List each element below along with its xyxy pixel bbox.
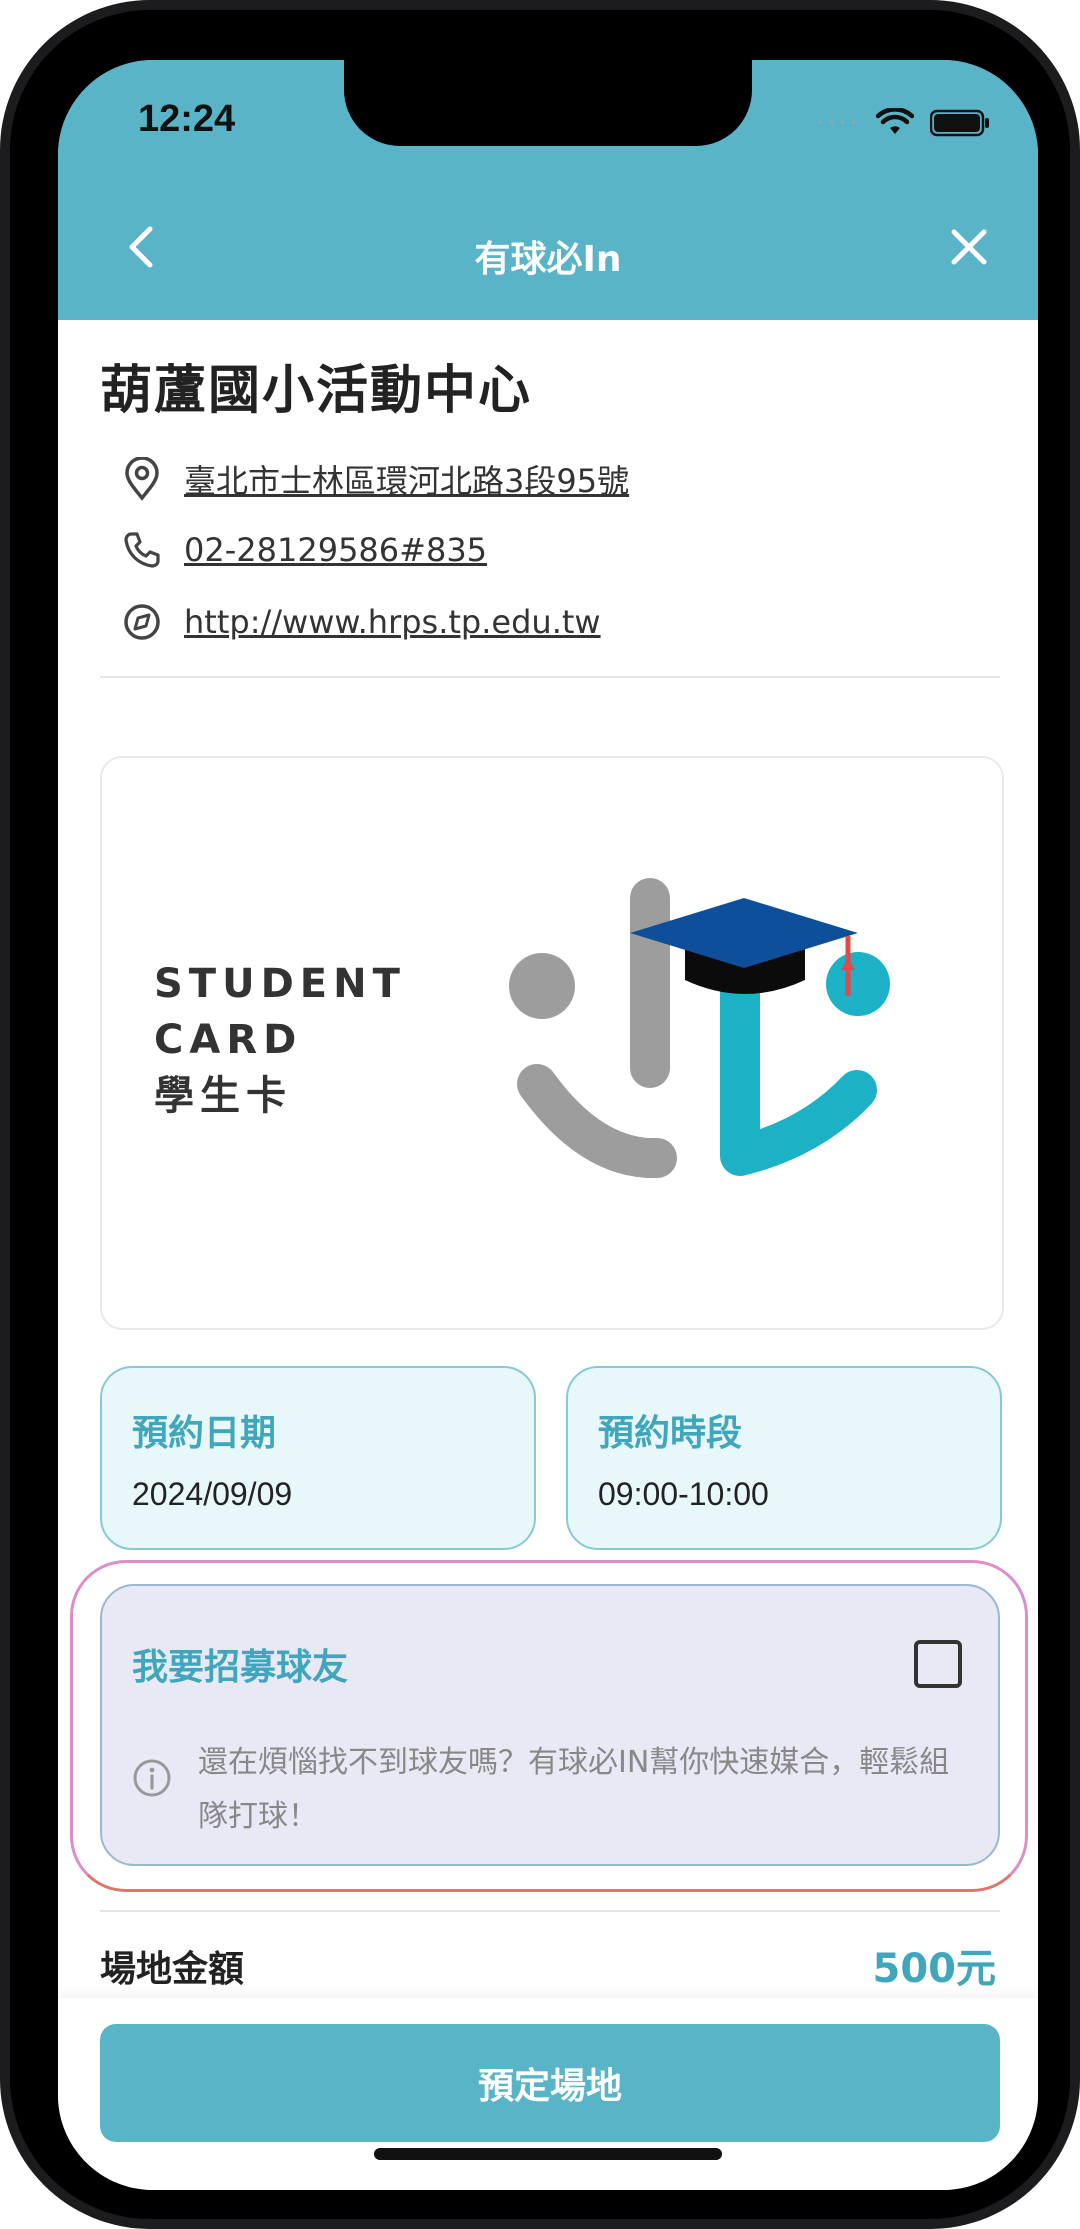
- time-value: 09:00-10:00: [598, 1476, 769, 1512]
- website-row[interactable]: http://www.hrps.tp.edu.tw: [120, 600, 601, 644]
- home-indicator: [374, 2148, 722, 2160]
- recruit-title: 我要招募球友: [132, 1647, 349, 1688]
- page-title: 有球必In: [474, 239, 622, 280]
- cellular-icon: ····: [816, 106, 860, 139]
- compass-icon: [120, 600, 164, 644]
- status-icons: ····: [816, 106, 990, 139]
- book-venue-button[interactable]: 預定場地: [100, 2024, 1000, 2142]
- time-label: 預約時段: [598, 1413, 743, 1454]
- recruit-panel: 我要招募球友 還在煩惱找不到球友嗎？有球必IN幫你快速媒合，輕鬆組隊打球！: [100, 1584, 1000, 1866]
- phone-frame: 12:24 ···· 有球必In 葫蘆國小活動中心 臺北市士林區環河北路3段95…: [0, 0, 1080, 2229]
- battery-icon: [930, 109, 989, 136]
- phone-icon: [120, 528, 164, 572]
- phone-row[interactable]: 02-28129586#835: [120, 528, 487, 572]
- notch: [344, 60, 752, 146]
- card-logo: [509, 878, 890, 1179]
- card-label: STUDENT CARD 學生卡: [154, 956, 406, 1124]
- date-slot[interactable]: 預約日期 2024/09/09: [100, 1366, 536, 1550]
- recruit-checkbox[interactable]: [914, 1640, 962, 1688]
- phone-link[interactable]: 02-28129586#835: [184, 531, 487, 569]
- venue-name: 葫蘆國小活動中心: [100, 361, 533, 421]
- recruit-description: 還在煩惱找不到球友嗎？有球必IN幫你快速媒合，輕鬆組隊打球！: [198, 1745, 950, 1834]
- student-card: STUDENT CARD 學生卡: [100, 756, 1004, 1330]
- screen: 12:24 ···· 有球必In 葫蘆國小活動中心 臺北市士林區環河北路3段95…: [58, 60, 1038, 2190]
- address-row[interactable]: 臺北市士林區環河北路3段95號: [120, 456, 629, 502]
- website-link[interactable]: http://www.hrps.tp.edu.tw: [184, 603, 601, 641]
- phone-bezel: 12:24 ···· 有球必In 葫蘆國小活動中心 臺北市士林區環河北路3段95…: [10, 10, 1070, 2219]
- price-value: 500元: [872, 1946, 997, 1992]
- card-label-line3: 學生卡: [154, 1073, 292, 1119]
- top-bar: 12:24 ···· 有球必In: [58, 60, 1038, 320]
- close-button[interactable]: [942, 220, 996, 274]
- card-label-line2: CARD: [154, 1017, 303, 1063]
- info-icon: [133, 1759, 171, 1797]
- wifi-icon: [876, 107, 914, 134]
- price-label: 場地金額: [100, 1949, 245, 1990]
- location-pin-icon: [120, 457, 164, 501]
- status-time: 12:24: [138, 98, 236, 140]
- time-slot[interactable]: 預約時段 09:00-10:00: [566, 1366, 1002, 1550]
- card-label-line1: STUDENT: [154, 961, 406, 1007]
- divider: [100, 676, 1000, 678]
- address-link[interactable]: 臺北市士林區環河北路3段95號: [184, 456, 629, 502]
- date-label: 預約日期: [132, 1413, 277, 1454]
- date-value: 2024/09/09: [132, 1476, 293, 1512]
- close-icon: [951, 229, 987, 265]
- divider: [100, 1910, 1000, 1912]
